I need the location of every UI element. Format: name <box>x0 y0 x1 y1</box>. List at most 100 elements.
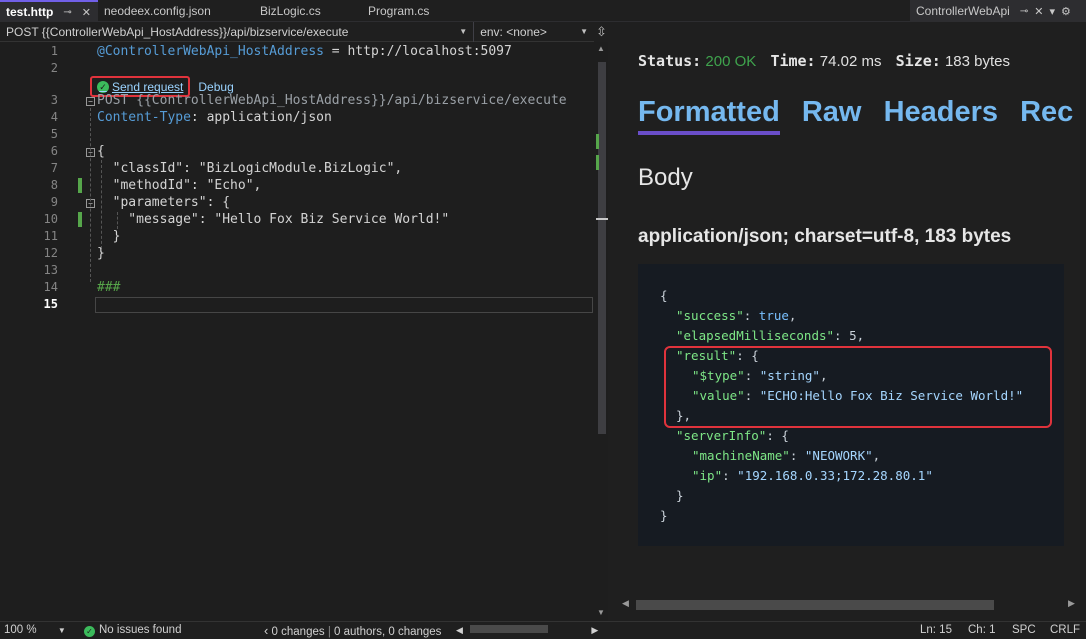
response-pane: Status: 200 OK Time: 74.02 ms Size: 183 … <box>610 22 1086 621</box>
tab-test-http[interactable]: test.http ⊸ ✕ <box>0 0 98 22</box>
code-line: @ControllerWebApi_HostAddress = http://l… <box>97 43 512 60</box>
line-number: 6 <box>50 144 58 158</box>
json-key: "ip" <box>692 468 723 483</box>
issues-label: No issues found <box>99 624 182 636</box>
json-key: "elapsedMilliseconds" <box>676 328 835 343</box>
code-line: "classId": "BizLogicModule.BizLogic", <box>97 161 403 176</box>
indent-guide <box>90 108 91 282</box>
tab-label: BizLogic.cs <box>260 4 321 18</box>
scroll-up-icon[interactable]: ▲ <box>597 44 605 53</box>
json-key: "serverInfo" <box>676 428 767 443</box>
line-number: 5 <box>50 127 58 141</box>
line-number: 11 <box>43 229 58 243</box>
response-summary: Status: 200 OK Time: 74.02 ms Size: 183 … <box>638 52 1020 70</box>
gear-icon[interactable]: ⚙ <box>1061 5 1071 18</box>
variable-value: = http://localhost:5097 <box>323 44 512 59</box>
response-horizontal-scrollbar[interactable]: ◀ ▶ <box>622 598 1078 612</box>
line-number: 3 <box>50 93 58 107</box>
line-number: 13 <box>43 263 58 277</box>
issues-indicator[interactable]: ✓ No issues found <box>84 622 181 639</box>
scroll-down-icon[interactable]: ▼ <box>597 608 605 617</box>
whitespace-indicator[interactable]: SPC <box>1012 622 1036 639</box>
check-circle-icon: ✓ <box>97 80 109 93</box>
chevron-down-icon: ▼ <box>57 626 66 635</box>
code-line: "parameters": { <box>97 195 231 210</box>
tab-request[interactable]: Rec <box>1020 96 1073 131</box>
pin-icon[interactable]: ⊸ <box>63 7 71 18</box>
chevron-down-icon[interactable]: ▾ <box>1049 5 1055 18</box>
scroll-right-icon[interactable]: ▶ <box>1068 598 1075 609</box>
chevron-down-icon: ▼ <box>459 27 468 36</box>
tab-label: neodeex.config.json <box>104 4 211 18</box>
scroll-left-icon[interactable]: ◀ <box>456 625 463 635</box>
split-view-icon[interactable]: ⇳ <box>596 24 607 40</box>
line-indicator[interactable]: Ln: 15 <box>920 622 952 639</box>
status-bar: 100 % ▼ ✓ No issues found ‹ 0 changes | 0… <box>0 621 1086 639</box>
change-marker <box>596 134 599 149</box>
line-number: 1 <box>50 44 58 58</box>
size-label: Size: <box>895 52 941 70</box>
collapse-icon[interactable]: − <box>86 97 95 106</box>
json-key: "machineName" <box>692 448 790 463</box>
check-circle-icon: ✓ <box>84 626 95 637</box>
code-editor[interactable]: 1 2 3 4 5 6 7 8 9 10 11 12 13 14 15 − − … <box>0 42 596 621</box>
code-line: } <box>97 229 121 244</box>
status-horizontal-scrollbar[interactable]: ◀ ▶ <box>456 622 598 639</box>
json-value: "NEOWORK" <box>804 448 873 463</box>
highlight-annotation <box>664 346 1052 428</box>
code-line: ### <box>97 280 121 295</box>
scroll-left-icon[interactable]: ◀ <box>622 598 629 609</box>
json-value: true <box>758 308 789 323</box>
line-number: 4 <box>50 110 58 124</box>
line-number: 8 <box>50 178 58 192</box>
tab-formatted[interactable]: Formatted <box>638 96 780 135</box>
environment-dropdown[interactable]: env: <none> ▼ <box>474 22 594 42</box>
navigation-bar: POST {{ControllerWebApi_HostAddress}}/ap… <box>0 21 594 42</box>
tab-program[interactable]: Program.cs <box>362 0 482 22</box>
pin-icon[interactable]: ⊸ <box>1020 6 1028 17</box>
line-ending-indicator[interactable]: CRLF <box>1050 622 1080 639</box>
member-dropdown-value: POST {{ControllerWebApi_HostAddress}}/ap… <box>6 24 349 39</box>
scrollbar-thumb[interactable] <box>598 62 606 434</box>
json-line: "serverInfo": { <box>676 428 789 443</box>
column-indicator[interactable]: Ch: 1 <box>968 622 996 639</box>
tab-label: ControllerWebApi <box>916 4 1010 18</box>
tab-neodeex-config[interactable]: neodeex.config.json <box>98 0 254 22</box>
line-number: 7 <box>50 161 58 175</box>
scrollbar-thumb[interactable] <box>470 625 549 633</box>
line-number: 10 <box>43 212 58 226</box>
status-label: Status: <box>638 52 702 70</box>
change-marker <box>596 155 599 170</box>
editor-vertical-scrollbar[interactable]: ▲ ▼ <box>596 42 608 621</box>
close-icon[interactable]: ✕ <box>82 6 91 19</box>
document-tab-bar: test.http ⊸ ✕ neodeex.config.json BizLog… <box>0 0 1086 22</box>
zoom-value: 100 % <box>4 624 37 636</box>
scrollbar-thumb[interactable] <box>636 600 994 610</box>
code-line: { <box>97 144 105 159</box>
git-changes-indicator[interactable]: ‹ 0 changes | 0 authors, 0 changes <box>264 622 441 639</box>
line-number: 2 <box>50 61 58 75</box>
json-line: } <box>676 488 684 503</box>
content-type-heading: application/json; charset=utf-8, 183 byt… <box>638 226 1012 247</box>
json-body: { "success": true, "elapsedMilliseconds"… <box>638 264 1064 546</box>
json-line: } <box>660 508 668 523</box>
close-icon[interactable]: ✕ <box>1034 5 1043 18</box>
json-line: "elapsedMilliseconds": 5, <box>676 328 865 343</box>
tab-raw[interactable]: Raw <box>802 96 862 131</box>
line-number-gutter: 1 2 3 4 5 6 7 8 9 10 11 12 13 14 15 <box>0 42 66 621</box>
chevron-down-icon: ▼ <box>580 27 588 36</box>
current-line-highlight <box>95 297 593 313</box>
member-dropdown[interactable]: POST {{ControllerWebApi_HostAddress}}/ap… <box>0 22 473 42</box>
chevron-left-icon: ‹ <box>264 623 269 638</box>
status-value: 200 OK <box>705 53 757 70</box>
line-number: 9 <box>50 195 58 209</box>
json-line: "ip": "192.168.0.33;172.28.80.1" <box>692 468 933 483</box>
line-number: 12 <box>43 246 58 260</box>
tab-headers[interactable]: Headers <box>884 96 998 131</box>
tab-controllerwebapi[interactable]: ControllerWebApi ⊸ ✕ ▾ ⚙ <box>910 0 1086 22</box>
changes-label: 0 changes <box>271 626 325 638</box>
tab-bizlogic[interactable]: BizLogic.cs <box>254 0 362 22</box>
zoom-dropdown[interactable]: 100 % ▼ <box>4 622 66 639</box>
authors-label: 0 authors, 0 changes <box>334 626 442 638</box>
scroll-right-icon[interactable]: ▶ <box>591 625 598 635</box>
